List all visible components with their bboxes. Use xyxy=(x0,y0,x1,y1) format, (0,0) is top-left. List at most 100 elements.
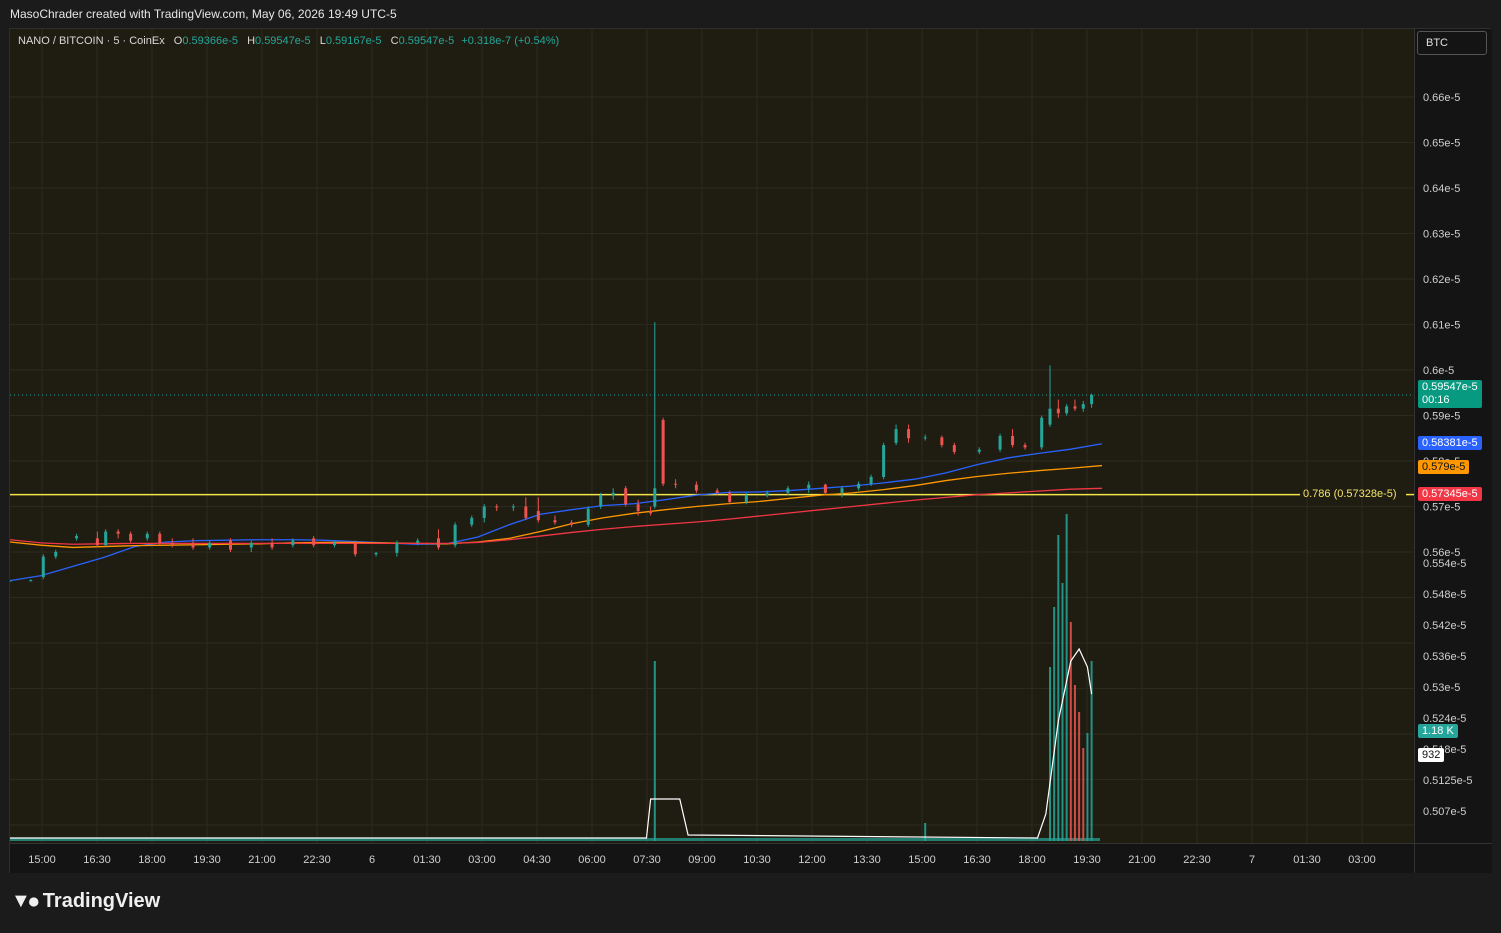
candle-body xyxy=(765,492,769,496)
legend-close: 0.59547e-5 xyxy=(398,35,455,47)
candle-body xyxy=(395,542,399,553)
ma-red-badge: 0.57345e-5 xyxy=(1418,487,1482,501)
price-tick-label: 0.65e-5 xyxy=(1423,138,1460,150)
candle-body xyxy=(940,437,944,446)
candle-body xyxy=(453,524,457,546)
price-chart-svg xyxy=(10,29,1414,843)
legend-symbol: NANO / BITCOIN · 5 · CoinEx xyxy=(18,35,165,47)
currency-selector[interactable]: BTC xyxy=(1417,31,1487,55)
candle-body xyxy=(536,511,540,521)
price-tick-label: 0.64e-5 xyxy=(1423,183,1460,195)
time-tick-label: 01:30 xyxy=(1293,854,1321,866)
candle-body xyxy=(95,538,99,546)
candle-body xyxy=(1056,408,1060,414)
candle-body xyxy=(129,533,133,541)
candle-body xyxy=(436,538,440,548)
volume-badge: 1.18 K xyxy=(1418,724,1458,738)
candle-body xyxy=(353,542,357,555)
legend-open: 0.59366e-5 xyxy=(182,35,238,47)
candle-body xyxy=(1090,395,1094,405)
candle-body xyxy=(599,495,603,507)
time-tick-label: 18:00 xyxy=(138,854,166,866)
price-tick-label: 0.66e-5 xyxy=(1423,92,1460,104)
candle-body xyxy=(586,508,590,525)
time-tick-label: 19:30 xyxy=(1073,854,1101,866)
candle-body xyxy=(894,429,898,443)
time-tick-label: 19:30 xyxy=(193,854,221,866)
moving-average-red xyxy=(10,487,1103,545)
volume-bar xyxy=(1078,712,1081,841)
candle-body xyxy=(495,506,499,508)
candle-body xyxy=(1023,445,1027,448)
candle-body xyxy=(694,484,698,491)
candle-body xyxy=(674,483,678,485)
time-tick-label: 7 xyxy=(1249,854,1255,866)
time-tick-label: 04:30 xyxy=(523,854,551,866)
tradingview-logo: ▼⦁ TradingView xyxy=(11,890,160,913)
candle-body xyxy=(191,542,195,548)
candle-body xyxy=(416,540,420,543)
time-tick-label: 6 xyxy=(369,854,375,866)
candle-body xyxy=(312,538,316,546)
volume-bar xyxy=(1082,748,1085,841)
volume-ma-line xyxy=(10,647,1093,839)
price-tick-label: 0.63e-5 xyxy=(1423,229,1460,241)
time-tick-label: 21:00 xyxy=(248,854,276,866)
moving-average-blue xyxy=(10,443,1103,582)
scale-tick-label: 0.53e-5 xyxy=(1423,682,1460,694)
price-tick-label: 0.62e-5 xyxy=(1423,274,1460,286)
ma-orange-badge: 0.579e-5 xyxy=(1418,460,1470,474)
candle-body xyxy=(636,504,640,512)
time-axis-svg: 15:00 16:30 18:00 19:30 21:00 22:30 6 01:30 03:0… xyxy=(28,854,1376,866)
legend-high: 0.59547e-5 xyxy=(255,35,311,47)
price-tick-label: 0.57e-5 xyxy=(1423,502,1460,514)
time-tick-label: 13:30 xyxy=(853,854,881,866)
candle-body xyxy=(624,488,628,505)
candle-body xyxy=(1040,417,1044,448)
time-tick-label: 06:00 xyxy=(578,854,606,866)
candle-body xyxy=(332,542,336,546)
candle-body xyxy=(1048,408,1052,425)
time-tick-label: 09:00 xyxy=(688,854,716,866)
candle-body xyxy=(977,449,981,452)
time-axis[interactable]: 15:00 16:30 18:00 19:30 21:00 22:30 6 01:30 03:0… xyxy=(10,843,1414,873)
brand-name: TradingView xyxy=(42,890,161,912)
candle-body xyxy=(869,476,873,484)
fib-level-label: 0.786 (0.57328e-5) xyxy=(1303,488,1397,500)
candle-body xyxy=(482,506,486,518)
candle-body xyxy=(145,533,149,539)
time-tick-label: 10:30 xyxy=(743,854,771,866)
tradingview-logo-icon: ▼⦁ xyxy=(11,890,39,912)
candle-body xyxy=(570,522,574,525)
time-tick-label: 16:30 xyxy=(963,854,991,866)
candle-body xyxy=(10,580,12,582)
candle-body xyxy=(857,483,861,489)
volume-bar xyxy=(1049,667,1051,841)
candle-body xyxy=(728,492,732,502)
candle-body xyxy=(228,540,232,550)
time-tick-label: 22:30 xyxy=(1183,854,1211,866)
candle-body xyxy=(553,520,557,523)
time-tick-label: 15:00 xyxy=(908,854,936,866)
price-tick-label: 0.61e-5 xyxy=(1423,320,1460,332)
time-tick-label: 03:00 xyxy=(1348,854,1376,866)
candle-body xyxy=(170,542,174,546)
chart-pane[interactable] xyxy=(10,29,1414,843)
candle-body xyxy=(511,506,515,508)
time-tick-label: 01:30 xyxy=(413,854,441,866)
time-tick-label: 07:30 xyxy=(633,854,661,866)
scale-tick-label: 0.542e-5 xyxy=(1423,620,1466,632)
scale-tick-label: 0.548e-5 xyxy=(1423,589,1466,601)
candle-body xyxy=(907,429,911,439)
candle-body xyxy=(1081,404,1085,409)
time-tick-label: 03:00 xyxy=(468,854,496,866)
volume-ma-badge: 932 xyxy=(1418,748,1445,762)
candle-body xyxy=(29,580,33,582)
candle-body xyxy=(923,437,927,439)
candle-body xyxy=(952,445,956,452)
scale-tick-label: 0.5125e-5 xyxy=(1423,775,1473,787)
legend-high-label: H xyxy=(247,35,256,47)
symbol-legend: NANO / BITCOIN · 5 · CoinEx O0.59366e-5 … xyxy=(18,35,559,47)
scale-tick-label: 0.536e-5 xyxy=(1423,651,1466,663)
candle-body xyxy=(470,517,474,525)
